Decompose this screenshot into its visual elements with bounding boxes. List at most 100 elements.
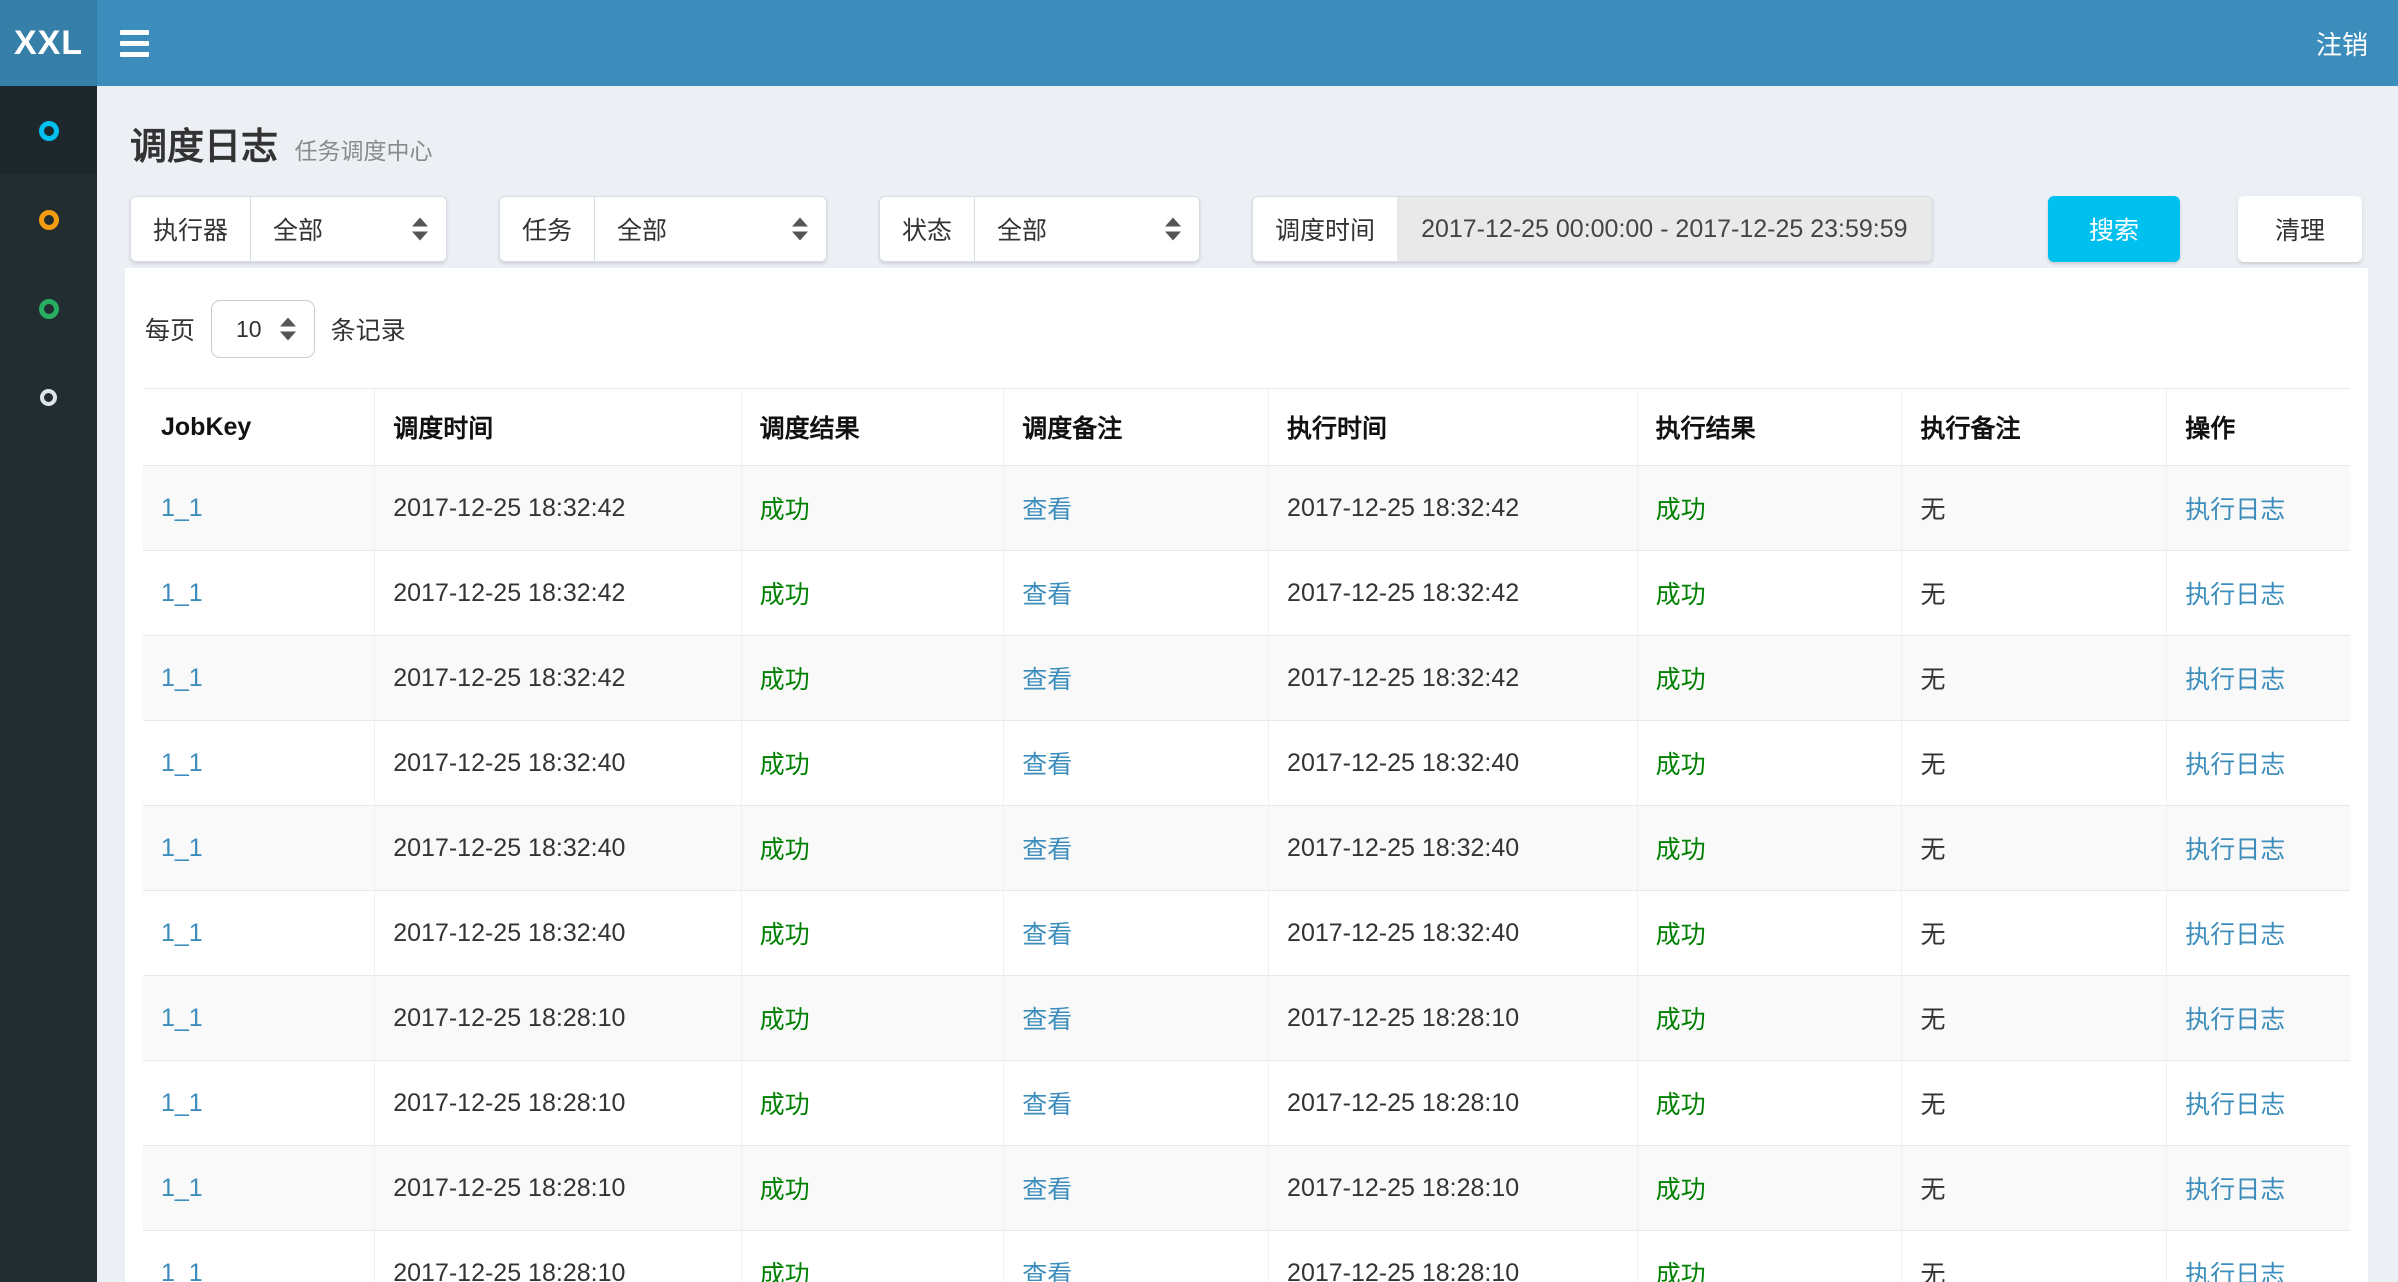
cell-action: 执行日志: [2167, 721, 2350, 806]
trigger-msg-link[interactable]: 查看: [1022, 1091, 1072, 1119]
cell-trigger_time: 2017-12-25 18:32:42: [375, 636, 741, 721]
circle-o-icon: [40, 389, 57, 406]
job-key-link[interactable]: 1_1: [161, 664, 203, 692]
cell-text-handle_result: 成功: [1656, 751, 1706, 779]
cell-text-trigger_result: 成功: [760, 836, 810, 864]
exec-log-link[interactable]: 执行日志: [2185, 751, 2285, 779]
cell-text-trigger_time: 2017-12-25 18:32:42: [393, 664, 625, 692]
table-row: 1_12017-12-25 18:32:42成功查看2017-12-25 18:…: [143, 466, 2350, 551]
cell-text-trigger_result: 成功: [760, 496, 810, 524]
table-row: 1_12017-12-25 18:28:10成功查看2017-12-25 18:…: [143, 1061, 2350, 1146]
cell-handle_time: 2017-12-25 18:32:40: [1269, 891, 1638, 976]
job-key-link[interactable]: 1_1: [161, 1174, 203, 1202]
sidebar-toggle-icon[interactable]: [120, 20, 166, 66]
exec-log-link[interactable]: 执行日志: [2185, 581, 2285, 609]
circle-o-icon: [39, 121, 59, 141]
cell-text-handle_msg: 无: [1920, 666, 1945, 694]
cell-job_key: 1_1: [143, 891, 375, 976]
cell-text-trigger_time: 2017-12-25 18:32:40: [393, 919, 625, 947]
trigger-msg-link[interactable]: 查看: [1022, 1261, 1072, 1282]
cell-text-handle_result: 成功: [1656, 921, 1706, 949]
cell-job_key: 1_1: [143, 1231, 375, 1282]
trigger-msg-link[interactable]: 查看: [1022, 836, 1072, 864]
trigger-msg-link[interactable]: 查看: [1022, 1176, 1072, 1204]
cell-text-handle_time: 2017-12-25 18:28:10: [1287, 1259, 1519, 1282]
exec-log-link[interactable]: 执行日志: [2185, 921, 2285, 949]
cell-text-handle_msg: 无: [1920, 496, 1945, 524]
exec-log-link[interactable]: 执行日志: [2185, 1006, 2285, 1034]
cell-text-trigger_result: 成功: [760, 1176, 810, 1204]
cell-handle_msg: 无: [1902, 976, 2167, 1061]
cell-action: 执行日志: [2167, 976, 2350, 1061]
cell-trigger_msg: 查看: [1004, 1061, 1269, 1146]
column-header-handle_time: 执行时间: [1269, 389, 1638, 466]
trigger-msg-link[interactable]: 查看: [1022, 751, 1072, 779]
job-key-link[interactable]: 1_1: [161, 749, 203, 777]
exec-log-link[interactable]: 执行日志: [2185, 1091, 2285, 1119]
cell-text-handle_msg: 无: [1920, 581, 1945, 609]
page-size-select[interactable]: 10: [211, 300, 315, 358]
job-key-link[interactable]: 1_1: [161, 494, 203, 522]
cell-text-trigger_time: 2017-12-25 18:32:42: [393, 494, 625, 522]
column-header-handle_result: 执行结果: [1637, 389, 1902, 466]
cell-text-trigger_result: 成功: [760, 1006, 810, 1034]
cell-trigger_msg: 查看: [1004, 721, 1269, 806]
cell-trigger_time: 2017-12-25 18:32:40: [375, 891, 741, 976]
job-key-link[interactable]: 1_1: [161, 1089, 203, 1117]
trigger-msg-link[interactable]: 查看: [1022, 921, 1072, 949]
cell-trigger_time: 2017-12-25 18:32:42: [375, 551, 741, 636]
cell-trigger_msg: 查看: [1004, 1146, 1269, 1231]
exec-log-link[interactable]: 执行日志: [2185, 666, 2285, 694]
job-key-link[interactable]: 1_1: [161, 579, 203, 607]
job-key-link[interactable]: 1_1: [161, 1004, 203, 1032]
cell-text-handle_msg: 无: [1920, 836, 1945, 864]
status-filter-select[interactable]: 全部: [974, 196, 1200, 262]
trigger-msg-link[interactable]: 查看: [1022, 581, 1072, 609]
job-key-link[interactable]: 1_1: [161, 834, 203, 862]
trigger-msg-link[interactable]: 查看: [1022, 1006, 1072, 1034]
executor-filter-select[interactable]: 全部: [250, 196, 447, 262]
cell-trigger_msg: 查看: [1004, 976, 1269, 1061]
cell-handle_time: 2017-12-25 18:28:10: [1269, 1146, 1638, 1231]
sidebar-item-2[interactable]: [0, 175, 97, 264]
content-area: 调度日志 任务调度中心 执行器 全部 任务 全部 状态 全部 调度: [97, 86, 2398, 1282]
cell-action: 执行日志: [2167, 466, 2350, 551]
cell-handle_msg: 无: [1902, 721, 2167, 806]
cell-job_key: 1_1: [143, 466, 375, 551]
cell-trigger_time: 2017-12-25 18:28:10: [375, 1061, 741, 1146]
status-filter-group: 状态 全部: [879, 196, 1200, 262]
cell-text-handle_time: 2017-12-25 18:32:42: [1287, 579, 1519, 607]
trigger-msg-link[interactable]: 查看: [1022, 496, 1072, 524]
logout-button[interactable]: 注销: [2316, 25, 2368, 62]
app-logo[interactable]: XXL: [0, 0, 97, 86]
cell-text-trigger_result: 成功: [760, 921, 810, 949]
search-button[interactable]: 搜索: [2048, 196, 2180, 262]
cell-handle_msg: 无: [1902, 551, 2167, 636]
exec-log-link[interactable]: 执行日志: [2185, 496, 2285, 524]
cell-handle_result: 成功: [1637, 1231, 1902, 1282]
cell-action: 执行日志: [2167, 891, 2350, 976]
cell-action: 执行日志: [2167, 551, 2350, 636]
exec-log-link[interactable]: 执行日志: [2185, 1176, 2285, 1204]
exec-log-link[interactable]: 执行日志: [2185, 836, 2285, 864]
job-key-link[interactable]: 1_1: [161, 1259, 203, 1282]
sidebar-item-1[interactable]: [0, 86, 97, 175]
cell-handle_time: 2017-12-25 18:28:10: [1269, 1061, 1638, 1146]
cell-trigger_result: 成功: [741, 1231, 1004, 1282]
cell-text-handle_time: 2017-12-25 18:28:10: [1287, 1004, 1519, 1032]
clear-button[interactable]: 清理: [2238, 196, 2362, 262]
column-header-trigger_msg: 调度备注: [1004, 389, 1269, 466]
cell-trigger_time: 2017-12-25 18:28:10: [375, 976, 741, 1061]
trigger-msg-link[interactable]: 查看: [1022, 666, 1072, 694]
cell-handle_result: 成功: [1637, 721, 1902, 806]
trigger-time-range-input[interactable]: [1397, 196, 1933, 262]
select-arrows-icon: [280, 318, 296, 341]
sidebar-item-3[interactable]: [0, 264, 97, 353]
cell-handle_msg: 无: [1902, 806, 2167, 891]
job-key-link[interactable]: 1_1: [161, 919, 203, 947]
exec-log-link[interactable]: 执行日志: [2185, 1261, 2285, 1282]
sidebar-item-4[interactable]: [0, 353, 97, 442]
table-row: 1_1 2017-12-25 18:32:40 成功 查看 2017-12-25 18:…: [143, 891, 2350, 976]
cell-action: 执行日志: [2167, 1146, 2350, 1231]
job-filter-select[interactable]: 全部: [594, 196, 827, 262]
